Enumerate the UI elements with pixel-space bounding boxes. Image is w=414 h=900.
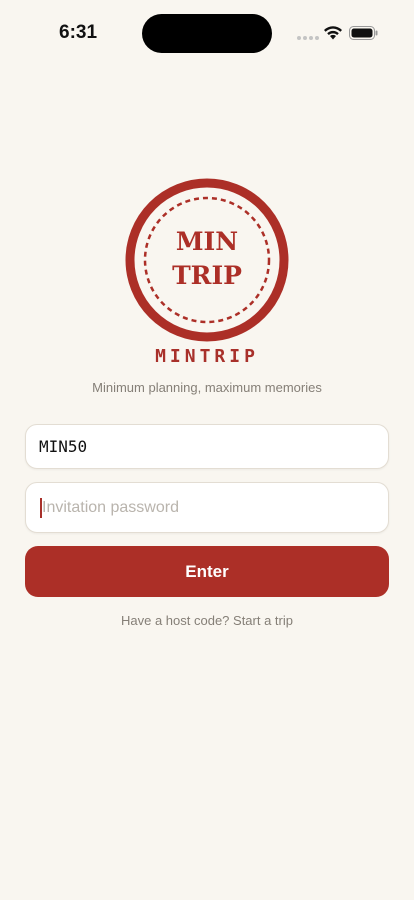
invitation-password-input[interactable]	[39, 483, 378, 532]
dynamic-island	[142, 14, 272, 53]
logo-emblem: MIN TRIP	[125, 178, 289, 342]
battery-icon	[349, 26, 378, 40]
logo-text-line1: MIN	[176, 227, 238, 256]
trip-code-input[interactable]	[39, 425, 378, 468]
enter-button[interactable]: Enter	[25, 546, 389, 597]
start-trip-link[interactable]: Have a host code? Start a trip	[0, 613, 414, 628]
tagline: Minimum planning, maximum memories	[92, 380, 322, 395]
logo-text-line2: TRIP	[172, 261, 242, 290]
password-field[interactable]	[25, 482, 389, 533]
brand-name: MINTRIP	[155, 346, 259, 367]
trip-code-field[interactable]	[25, 424, 389, 469]
signal-icon	[297, 36, 319, 40]
wifi-icon	[324, 26, 342, 40]
status-time: 6:31	[59, 22, 98, 43]
